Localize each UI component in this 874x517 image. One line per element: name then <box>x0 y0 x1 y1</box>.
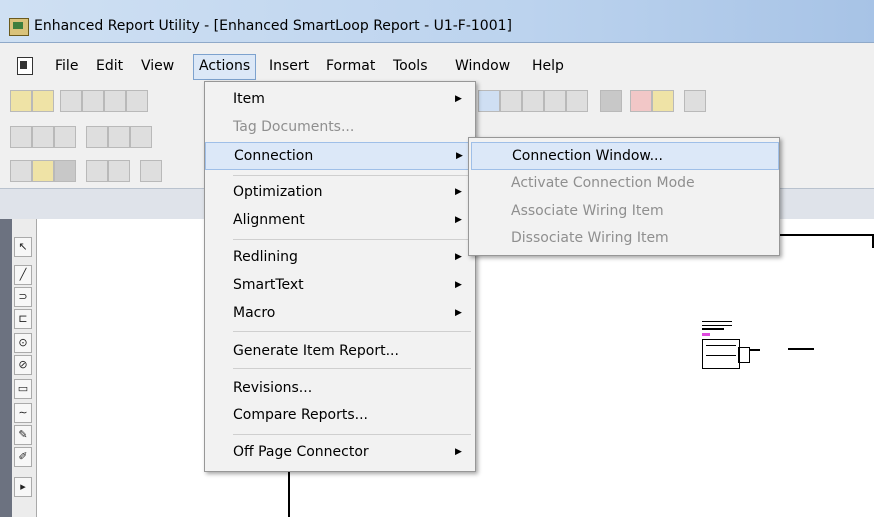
toolbar-button[interactable] <box>126 90 148 112</box>
toolbar-2 <box>0 122 204 150</box>
toolbar-button[interactable] <box>140 160 162 182</box>
menu-format[interactable]: Format <box>321 54 380 78</box>
toolbar-button[interactable] <box>32 90 54 112</box>
menu-item-generate-item-report[interactable]: Generate Item Report... <box>205 338 475 364</box>
chevron-right-icon: ▶ <box>455 94 462 104</box>
toolbar-button[interactable] <box>10 90 32 112</box>
menu-separator <box>233 331 471 332</box>
pencil-tool-icon[interactable]: ✎ <box>14 425 32 445</box>
horizontal-wire <box>777 234 874 236</box>
toolbar-button[interactable] <box>130 126 152 148</box>
menu-item-dissociate-wiring-item: Dissociate Wiring Item <box>511 230 669 246</box>
menu-separator <box>233 239 471 240</box>
toolbar-button[interactable] <box>108 160 130 182</box>
menu-window[interactable]: Window <box>450 54 515 78</box>
menu-separator <box>233 368 471 369</box>
menu-item-item[interactable]: Item ▶ <box>205 86 475 112</box>
polyline-tool-icon[interactable]: ⊏ <box>14 309 32 329</box>
menu-separator <box>233 175 471 176</box>
toolbar-button[interactable] <box>544 90 566 112</box>
more-tools-icon[interactable]: ▸ <box>14 477 32 497</box>
select-arrow-icon[interactable]: ↖ <box>14 237 32 257</box>
freehand-tool-icon[interactable]: ✐ <box>14 447 32 467</box>
menu-item-tag-documents: Tag Documents... <box>233 119 355 135</box>
rectangle-tool-icon[interactable]: ▭ <box>14 379 32 399</box>
report-utility-icon <box>9 18 29 36</box>
toolbar-button[interactable] <box>10 126 32 148</box>
toolbar-button[interactable] <box>10 160 32 182</box>
menu-item-optimization[interactable]: Optimization ▶ <box>205 179 475 205</box>
menu-item-connection-window[interactable]: Connection Window... <box>471 142 779 170</box>
document-icon[interactable] <box>17 57 33 75</box>
chevron-right-icon: ▶ <box>455 308 462 318</box>
toolbar-button[interactable] <box>82 90 104 112</box>
left-edge-bar <box>0 219 12 517</box>
symbol-lead-line <box>788 348 814 350</box>
menu-separator <box>233 434 471 435</box>
toolbar-button[interactable] <box>86 126 108 148</box>
menu-item-associate-wiring-item: Associate Wiring Item <box>511 203 664 219</box>
chevron-right-icon: ▶ <box>455 187 462 197</box>
circle-tool-icon[interactable]: ⊙ <box>14 333 32 353</box>
menu-insert[interactable]: Insert <box>264 54 314 78</box>
line-tool-icon[interactable]: ╱ <box>14 265 32 285</box>
toolbar-button[interactable] <box>54 160 76 182</box>
menu-file[interactable]: File <box>50 54 83 78</box>
toolbar-button[interactable] <box>54 126 76 148</box>
bracket-tool-icon[interactable]: ⊃ <box>14 287 32 307</box>
actions-menu: Item ▶ Tag Documents... Connection ▶ Opt… <box>204 81 477 472</box>
menu-item-compare-reports[interactable]: Compare Reports... <box>205 402 475 428</box>
menu-edit[interactable]: Edit <box>91 54 128 78</box>
chevron-right-icon: ▶ <box>455 252 462 262</box>
chevron-right-icon: ▶ <box>455 215 462 225</box>
drawing-toolbar: ↖ ╱ ⊃ ⊏ ⊙ ⊘ ▭ ∼ ✎ ✐ ▸ <box>12 219 37 517</box>
ellipse-tool-icon[interactable]: ⊘ <box>14 355 32 375</box>
menu-item-connection[interactable]: Connection ▶ <box>205 142 477 170</box>
chevron-right-icon: ▶ <box>455 280 462 290</box>
toolbar-3 <box>0 156 204 184</box>
toolbar-button[interactable] <box>566 90 588 112</box>
toolbar-button[interactable] <box>32 126 54 148</box>
toolbar-button[interactable] <box>600 90 622 112</box>
menu-item-smarttext[interactable]: SmartText ▶ <box>205 272 475 298</box>
title-bar: Enhanced Report Utility - [Enhanced Smar… <box>0 0 874 43</box>
toolbar-button[interactable] <box>684 90 706 112</box>
menu-view[interactable]: View <box>136 54 179 78</box>
toolbar-button[interactable] <box>32 160 54 182</box>
menu-item-off-page-connector[interactable]: Off Page Connector ▶ <box>205 439 475 465</box>
toolbar-button[interactable] <box>86 160 108 182</box>
menu-bar <box>0 50 874 80</box>
toolbar-button[interactable] <box>630 90 652 112</box>
curve-tool-icon[interactable]: ∼ <box>14 403 32 423</box>
connection-submenu: Connection Window... Activate Connection… <box>468 137 780 256</box>
toolbar-button[interactable] <box>500 90 522 112</box>
toolbar-button[interactable] <box>478 90 500 112</box>
toolbar-button[interactable] <box>104 90 126 112</box>
chevron-right-icon: ▶ <box>455 447 462 457</box>
menu-item-alignment[interactable]: Alignment ▶ <box>205 207 475 233</box>
menu-tools[interactable]: Tools <box>388 54 433 78</box>
chevron-right-icon: ▶ <box>456 151 463 161</box>
toolbar-button[interactable] <box>522 90 544 112</box>
window-title: Enhanced Report Utility - [Enhanced Smar… <box>34 18 512 34</box>
menu-help[interactable]: Help <box>527 54 569 78</box>
toolbar-button[interactable] <box>652 90 674 112</box>
menu-item-revisions[interactable]: Revisions... <box>205 375 475 401</box>
toolbar-button[interactable] <box>108 126 130 148</box>
menu-item-redlining[interactable]: Redlining ▶ <box>205 244 475 270</box>
menu-item-macro[interactable]: Macro ▶ <box>205 300 475 326</box>
menu-actions[interactable]: Actions <box>193 54 257 80</box>
toolbar-button[interactable] <box>60 90 82 112</box>
menu-item-activate-connection-mode: Activate Connection Mode <box>511 175 695 191</box>
terminal-block-symbol[interactable] <box>702 321 762 371</box>
